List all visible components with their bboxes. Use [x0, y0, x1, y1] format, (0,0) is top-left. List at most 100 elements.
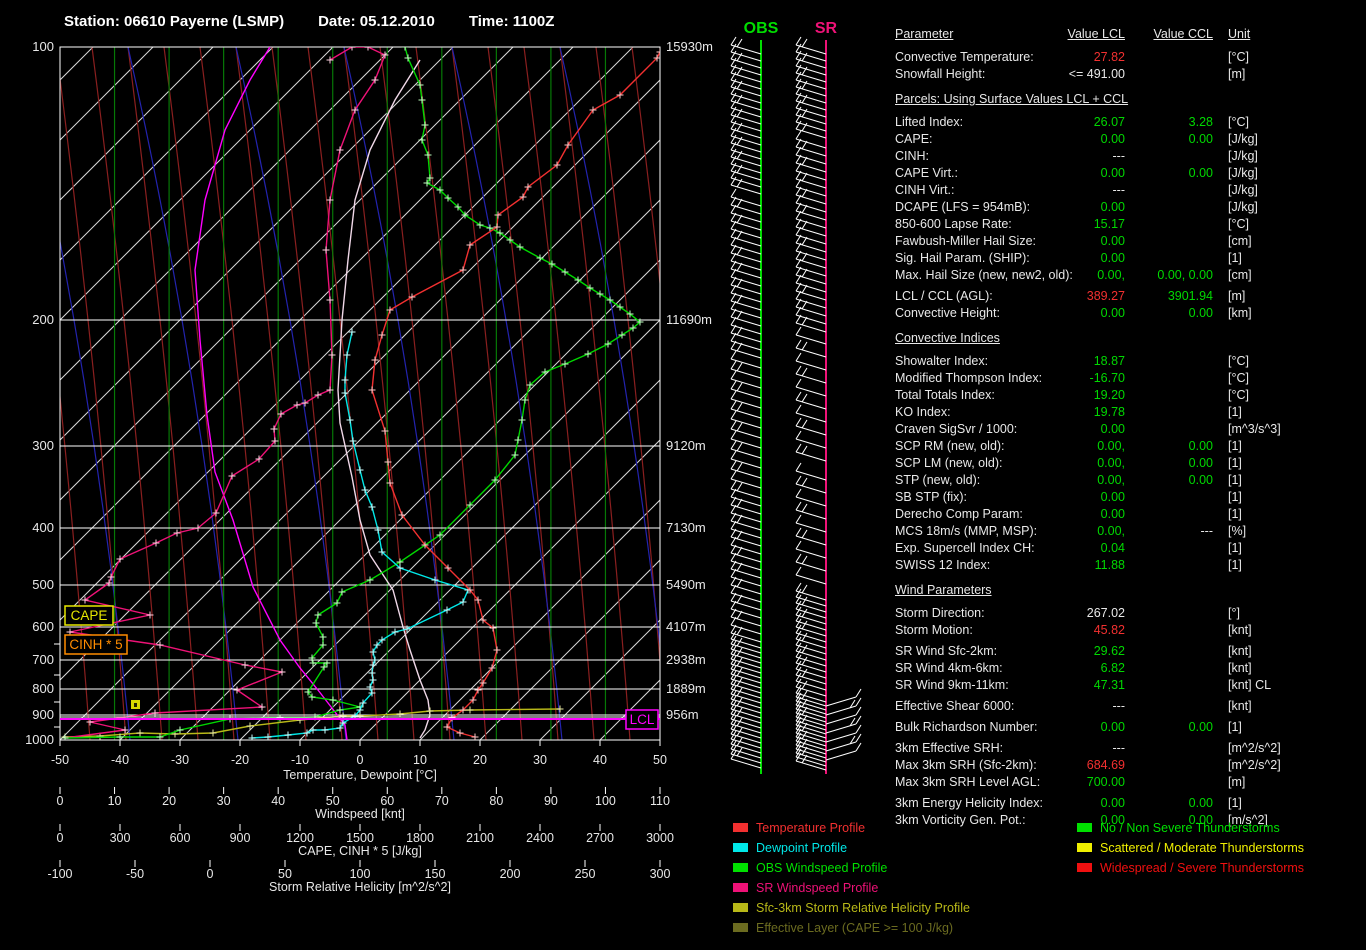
table-row: STP (new, old):0.00,0.00[1] [895, 472, 1366, 489]
param-label: Derecho Comp Param: [895, 506, 1023, 523]
legend-label: Sfc-3km Storm Relative Helicity Profile [756, 901, 970, 915]
axis-tick-label: 10 [413, 753, 427, 767]
param-label: STP (new, old): [895, 472, 980, 489]
value-lcl: --- [1113, 698, 1126, 715]
value-ccl: 0.00 [1189, 719, 1213, 736]
legend-swatch-icon [1077, 823, 1092, 832]
param-label: CAPE: [895, 131, 933, 148]
unit-label: [1] [1228, 719, 1242, 736]
unit-label: [1] [1228, 506, 1242, 523]
table-row: CINH:---[J/kg] [895, 148, 1366, 165]
legend-item: Scattered / Moderate Thunderstorms [1077, 841, 1304, 861]
param-label: Modified Thompson Index: [895, 370, 1042, 387]
param-label: SB STP (fix): [895, 489, 967, 506]
table-section-title: Wind Parameters [895, 582, 1366, 605]
sr-wind-column: SR [796, 20, 861, 774]
unit-label: [knt] [1228, 622, 1252, 639]
param-label: Convective Height: [895, 305, 1000, 322]
unit-label: [1] [1228, 489, 1242, 506]
param-label: Bulk Richardson Number: [895, 719, 1037, 736]
axis-tick-label: -20 [231, 753, 249, 767]
legend-label: Widespread / Severe Thunderstorms [1100, 861, 1304, 875]
param-label: SCP LM (new, old): [895, 455, 1002, 472]
axis-tick-label: 150 [425, 867, 446, 881]
table-row: SCP RM (new, old):0.00,0.00[1] [895, 438, 1366, 455]
value-lcl: 0.00 [1101, 795, 1125, 812]
unit-label: [°C] [1228, 387, 1249, 404]
axis-tick-label: 20 [473, 753, 487, 767]
value-lcl: 45.82 [1094, 622, 1125, 639]
unit-label: [°C] [1228, 370, 1249, 387]
value-ccl: 0.00, 0.00 [1157, 267, 1213, 284]
sounding-analysis-app: 10015930m20011690m3009120m4007130m500549… [0, 0, 1366, 950]
axis-tick-label: 250 [575, 867, 596, 881]
value-ccl: 0.00 [1189, 305, 1213, 322]
axis-tick-label: 1200 [286, 831, 314, 845]
value-lcl: 0.00, [1097, 267, 1125, 284]
legend-item: No / Non Severe Thunderstorms [1077, 821, 1304, 841]
axis-tick-label: 60 [380, 794, 394, 808]
param-label: 850-600 Lapse Rate: [895, 216, 1012, 233]
table-row: SWISS 12 Index:11.88[1] [895, 557, 1366, 574]
value-lcl: 0.00, [1097, 455, 1125, 472]
param-label: CINH: [895, 148, 929, 165]
legend-label: Dewpoint Profile [756, 841, 847, 855]
value-lcl: 0.00 [1101, 506, 1125, 523]
param-label: 3km Energy Helicity Index: [895, 795, 1043, 812]
value-lcl: 18.87 [1094, 353, 1125, 370]
legend-swatch-icon [733, 863, 748, 872]
value-lcl: 700.00 [1087, 774, 1125, 791]
table-row: Storm Motion:45.82[knt] [895, 622, 1366, 639]
param-label: Fawbush-Miller Hail Size: [895, 233, 1036, 250]
value-ccl: 3.28 [1189, 114, 1213, 131]
param-table-header: Parameter Value LCL Value CCL Unit [895, 26, 1366, 43]
param-label: SR Wind 9km-11km: [895, 677, 1009, 694]
table-row: SB STP (fix): 0.00 [1] [895, 489, 1366, 506]
value-ccl: 0.00 [1189, 131, 1213, 148]
legend-swatch-icon [1077, 863, 1092, 872]
legend-label: Temperature Profile [756, 821, 865, 835]
table-row: Sig. Hail Param. (SHIP):0.00[1] [895, 250, 1366, 267]
value-ccl: 0.00 [1189, 472, 1213, 489]
severity-legend: No / Non Severe ThunderstormsScattered /… [1077, 821, 1304, 881]
lcl-label: LCL [630, 712, 655, 727]
axis-tick-label: 600 [170, 831, 191, 845]
value-lcl: 19.20 [1094, 387, 1125, 404]
value-lcl: 0.00 [1101, 489, 1125, 506]
value-lcl: 0.00 [1101, 421, 1125, 438]
cape-label: CAPE [71, 608, 108, 623]
unit-label: [J/kg] [1228, 131, 1258, 148]
param-label: Lifted Index: [895, 114, 963, 131]
value-lcl: 19.78 [1094, 404, 1125, 421]
param-table-body: Convective Temperature:27.82[°C]Snowfall… [895, 49, 1366, 829]
axis-tick-label: 80 [489, 794, 503, 808]
axis-tick-label: 0 [57, 794, 64, 808]
value-lcl: 0.00, [1097, 472, 1125, 489]
altitude-label: 9120m [666, 438, 706, 453]
table-row: Craven SigSvr / 1000:0.00[m^3/s^3] [895, 421, 1366, 438]
axis-tick-label: 40 [593, 753, 607, 767]
pressure-tick-label: 300 [32, 438, 54, 453]
value-lcl: 0.00 [1101, 199, 1125, 216]
unit-label: [m^2/s^2] [1228, 757, 1281, 774]
value-lcl: 684.69 [1087, 757, 1125, 774]
param-label: DCAPE (LFS = 954mB): [895, 199, 1030, 216]
param-label: SR Wind Sfc-2km: [895, 643, 997, 660]
value-lcl: 0.00 [1101, 165, 1125, 182]
value-lcl: 0.00, [1097, 523, 1125, 540]
table-row: 850-600 Lapse Rate:15.17[°C] [895, 216, 1366, 233]
legend-item: Effective Layer (CAPE >= 100 J/kg) [733, 921, 970, 941]
header-value-ccl: Value CCL [1153, 26, 1213, 43]
axis-tick-label: 50 [653, 753, 667, 767]
table-row: SR Wind 9km-11km:47.31[knt] CL [895, 677, 1366, 694]
table-row: CAPE Virt.:0.000.00[J/kg] [895, 165, 1366, 182]
axis-tick-label: 900 [230, 831, 251, 845]
unit-label: [m] [1228, 66, 1245, 83]
table-row: SR Wind Sfc-2km:29.62[knt] [895, 643, 1366, 660]
header-parameter: Parameter [895, 26, 953, 43]
param-label: Convective Temperature: [895, 49, 1034, 66]
value-lcl: 29.62 [1094, 643, 1125, 660]
header-unit: Unit [1228, 26, 1250, 43]
unit-label: [J/kg] [1228, 199, 1258, 216]
value-lcl: --- [1113, 740, 1126, 757]
